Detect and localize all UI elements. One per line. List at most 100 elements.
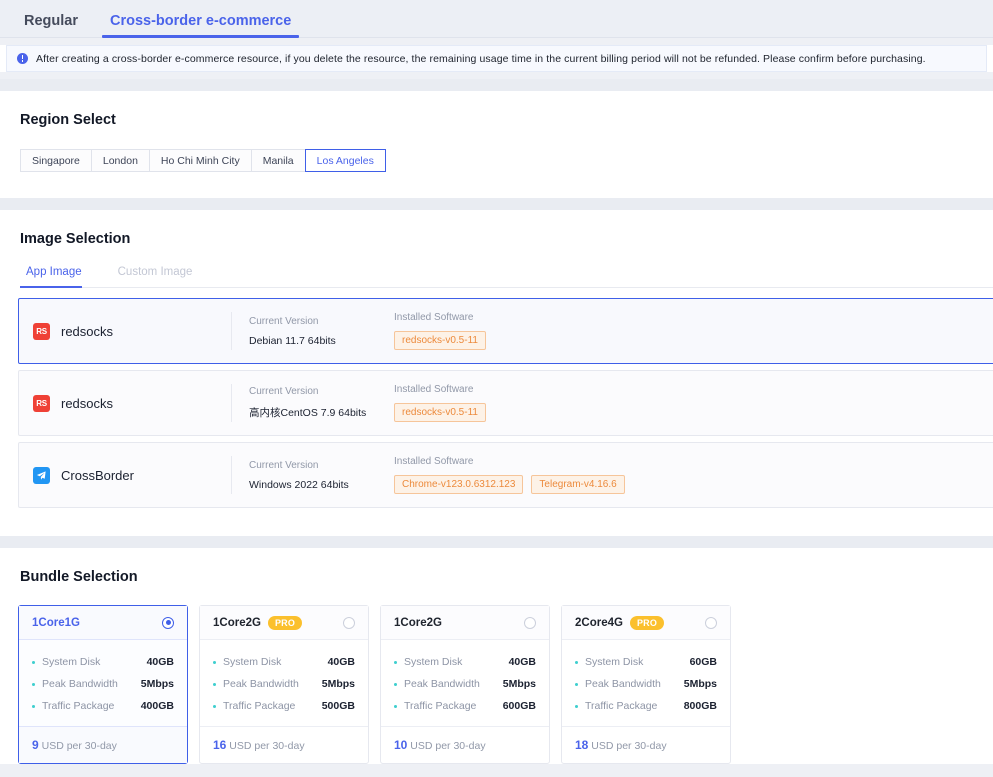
bundle-specs: System Disk 40GB Peak Bandwidth 5Mbps Tr… [19, 640, 187, 726]
image-card-name: RS redsocks [19, 322, 231, 340]
current-version-value: Debian 11.7 64bits [249, 334, 336, 347]
spec-row: Peak Bandwidth 5Mbps [213, 673, 355, 695]
bundle-radio[interactable] [705, 616, 717, 629]
region-select-panel: Region Select Singapore London Ho Chi Mi… [0, 91, 993, 198]
bundle-specs: System Disk 40GB Peak Bandwidth 5Mbps Tr… [200, 640, 368, 726]
spec-value: 5Mbps [502, 678, 536, 690]
bundle-card[interactable]: 2Core4G PRO System Disk 60GB Peak Bandwi… [561, 605, 731, 764]
region-option-london[interactable]: London [90, 149, 149, 172]
image-title: CrossBorder [61, 467, 134, 483]
bundle-price-unit: USD per 30-day [41, 740, 117, 752]
image-title: redsocks [61, 323, 114, 339]
bullet-icon [394, 682, 397, 686]
bundle-name: 1Core2G [213, 616, 261, 629]
software-chip-list: Chrome-v123.0.6312.123 Telegram-v4.16.6 [394, 475, 625, 494]
bullet-icon [213, 704, 216, 708]
bundle-price: 16 [213, 738, 227, 752]
bundle-selection-panel: Bundle Selection 1Core1G System Disk 40G… [0, 548, 993, 764]
image-card[interactable]: CrossBorder Current Version Windows 2022… [18, 442, 993, 508]
bullet-icon [32, 660, 35, 664]
region-option-singapore[interactable]: Singapore [20, 149, 91, 172]
tab-custom-image[interactable]: Custom Image [100, 266, 211, 287]
installed-software-label: Installed Software [394, 456, 474, 467]
spec-value: 600GB [502, 700, 536, 712]
image-selection-title: Image Selection [20, 231, 131, 247]
pro-badge: PRO [629, 615, 665, 630]
notice-banner: After creating a cross-border e-commerce… [6, 45, 987, 72]
bullet-icon [575, 660, 578, 664]
pro-badge: PRO [267, 615, 303, 630]
spec-label: Peak Bandwidth [585, 678, 661, 690]
region-option-ho-chi-minh-city[interactable]: Ho Chi Minh City [148, 149, 251, 172]
bundle-price-unit: USD per 30-day [591, 740, 667, 752]
spec-label: Traffic Package [42, 700, 115, 712]
current-version-value: Windows 2022 64bits [249, 478, 349, 491]
spec-label: Traffic Package [585, 700, 658, 712]
image-software-col: Installed Software Chrome-v123.0.6312.12… [377, 456, 625, 494]
region-option-manila[interactable]: Manila [250, 149, 305, 172]
bundle-card[interactable]: 1Core2G System Disk 40GB Peak Bandwidth … [380, 605, 550, 764]
bullet-icon [213, 660, 216, 664]
region-option-los-angeles[interactable]: Los Angeles [304, 149, 386, 172]
software-chip: redsocks-v0.5-11 [394, 403, 486, 422]
bundle-price: 10 [394, 738, 408, 752]
bundle-price-row: 10 USD per 30-day [381, 726, 549, 763]
section-divider [0, 536, 993, 548]
image-software-col: Installed Software redsocks-v0.5-11 [377, 312, 486, 350]
software-chip: Telegram-v4.16.6 [531, 475, 625, 494]
bundle-card[interactable]: 1Core1G System Disk 40GB Peak Bandwidth … [18, 605, 188, 764]
spec-label: System Disk [42, 656, 101, 668]
spec-label: Peak Bandwidth [42, 678, 118, 690]
spec-row: Traffic Package 600GB [394, 695, 536, 717]
redsocks-icon: RS [33, 394, 50, 412]
spec-row: System Disk 40GB [394, 651, 536, 673]
bundle-price: 9 [32, 738, 39, 752]
section-divider [0, 79, 993, 91]
spec-row: System Disk 60GB [575, 651, 717, 673]
bundle-card[interactable]: 1Core2G PRO System Disk 40GB Peak Bandwi… [199, 605, 369, 764]
spec-value: 40GB [146, 656, 174, 668]
tab-cross-border-ecommerce[interactable]: Cross-border e-commerce [94, 13, 307, 38]
bundle-name: 1Core2G [394, 616, 442, 629]
spec-label: Traffic Package [223, 700, 296, 712]
tab-regular[interactable]: Regular [8, 13, 94, 38]
image-version-col: Current Version Windows 2022 64bits [232, 460, 377, 491]
image-card[interactable]: RS redsocks Current Version 高内核CentOS 7.… [18, 370, 993, 436]
current-version-label: Current Version [249, 386, 319, 397]
bundle-radio[interactable] [343, 616, 355, 629]
spec-value: 40GB [327, 656, 355, 668]
spec-row: Peak Bandwidth 5Mbps [32, 673, 174, 695]
bullet-icon [575, 682, 578, 686]
image-type-tabs: App Image Custom Image [20, 266, 993, 288]
redsocks-icon: RS [33, 322, 50, 340]
current-version-value: 高内核CentOS 7.9 64bits [249, 407, 367, 419]
image-version-col: Current Version 高内核CentOS 7.9 64bits [232, 386, 377, 420]
spec-label: System Disk [404, 656, 463, 668]
bundle-header: 1Core2G PRO [200, 606, 368, 640]
bundle-header: 2Core4G PRO [562, 606, 730, 640]
image-software-col: Installed Software redsocks-v0.5-11 [377, 384, 486, 422]
tab-app-image[interactable]: App Image [20, 266, 100, 288]
spec-label: System Disk [223, 656, 282, 668]
bundle-name: 2Core4G [575, 616, 623, 629]
crossborder-icon [33, 466, 50, 484]
spec-value: 60GB [689, 656, 717, 668]
bundle-price-row: 16 USD per 30-day [200, 726, 368, 763]
bundle-header: 1Core2G [381, 606, 549, 640]
bullet-icon [213, 682, 216, 686]
bullet-icon [32, 704, 35, 708]
bundle-radio[interactable] [162, 616, 174, 629]
bullet-icon [394, 704, 397, 708]
bundle-specs: System Disk 40GB Peak Bandwidth 5Mbps Tr… [381, 640, 549, 726]
bundle-name: 1Core1G [32, 616, 80, 629]
section-divider [0, 198, 993, 210]
bundle-radio[interactable] [524, 616, 536, 629]
current-version-label: Current Version [249, 315, 319, 327]
spec-label: Peak Bandwidth [404, 678, 480, 690]
bundle-card-list: 1Core1G System Disk 40GB Peak Bandwidth … [0, 585, 993, 764]
product-type-tabbar: Regular Cross-border e-commerce [0, 0, 993, 38]
spec-row: Peak Bandwidth 5Mbps [575, 673, 717, 695]
spec-value: 40GB [508, 656, 536, 668]
spec-row: System Disk 40GB [213, 651, 355, 673]
image-card[interactable]: RS redsocks Current Version Debian 11.7 … [18, 298, 993, 364]
